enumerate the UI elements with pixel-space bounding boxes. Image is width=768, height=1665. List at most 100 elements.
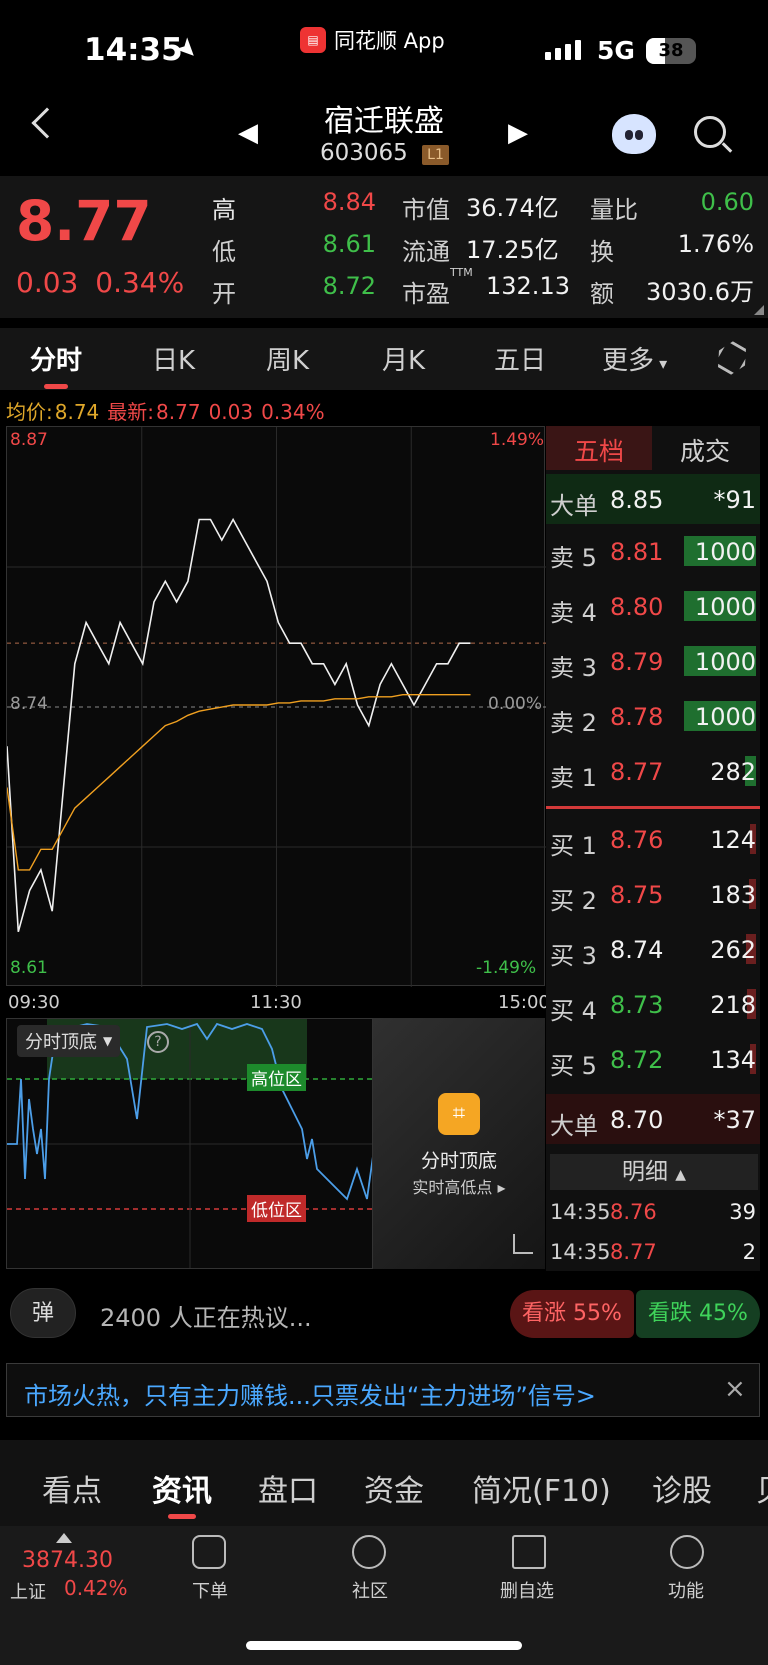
level-volume: 134: [710, 1046, 756, 1074]
promo-banner-text[interactable]: 市场火热，只有主力赚钱...只票发出“主力进场”信号>: [24, 1376, 596, 1411]
help-icon[interactable]: ?: [147, 1031, 169, 1053]
sell-level-row[interactable]: 卖 5 8.81 1000: [550, 530, 758, 574]
nav-functions[interactable]: 功能: [668, 1577, 704, 1603]
indicator-promo-card[interactable]: ⌗ 分时顶底 实时高低点 ▸: [373, 1018, 545, 1269]
detail-label: 明细: [621, 1159, 668, 1185]
level-label: 买 3: [550, 942, 597, 970]
level-label: 买 4: [550, 997, 597, 1025]
danmu-toggle-button[interactable]: 弹: [10, 1288, 76, 1338]
stock-code: 603065: [320, 140, 408, 166]
nav-remove-watchlist[interactable]: 删自选: [500, 1577, 554, 1603]
level-price: 8.81: [610, 538, 664, 566]
buy-level-row[interactable]: 买 2 8.75 183: [550, 873, 758, 917]
tab-daily-k[interactable]: 日K: [152, 340, 195, 377]
bullish-vote-button[interactable]: 看涨 55%: [510, 1290, 634, 1338]
level-label: 买 5: [550, 1052, 597, 1080]
tab-more-label: 更多: [602, 346, 655, 376]
sell-level-row[interactable]: 卖 4 8.80 1000: [550, 585, 758, 629]
sell-level-row[interactable]: 卖 1 8.77 282: [550, 750, 758, 794]
big-sell-price: 8.85: [610, 486, 664, 514]
sell-level-row[interactable]: 卖 2 8.78 1000: [550, 695, 758, 739]
bearish-vote-button[interactable]: 看跌 45%: [636, 1290, 760, 1338]
last-percent: 0.34%: [261, 400, 325, 424]
index-value[interactable]: 3874.30: [22, 1548, 113, 1573]
buy-level-row[interactable]: 买 4 8.73 218: [550, 983, 758, 1027]
high-zone-label: 高位区: [247, 1064, 306, 1091]
last-change: 0.03: [208, 400, 254, 424]
promo-subtitle: 实时高低点 ▸: [412, 1178, 506, 1197]
level-label: 卖 4: [550, 599, 597, 627]
buy-level-row[interactable]: 买 1 8.76 124: [550, 818, 758, 862]
tab-trades[interactable]: 成交: [680, 432, 730, 468]
order-icon[interactable]: [192, 1535, 226, 1569]
back-icon[interactable]: [31, 107, 63, 139]
tab-capital[interactable]: 资金: [364, 1466, 424, 1510]
buy-level-row[interactable]: 买 5 8.72 134: [550, 1038, 758, 1082]
tab-intraday[interactable]: 分时: [30, 340, 82, 377]
search-icon[interactable]: [694, 116, 726, 148]
close-icon[interactable]: ×: [724, 1374, 746, 1404]
nav-community[interactable]: 社区: [352, 1577, 388, 1603]
back-to-app-badge[interactable]: ▤ 同花顺 App: [300, 25, 445, 55]
indicator-chart[interactable]: 分时顶底 ▼ ? 高位区 低位区: [6, 1018, 373, 1269]
network-type: 5G: [597, 36, 635, 65]
tab-news[interactable]: 资讯: [152, 1466, 212, 1510]
index-name: 上证: [10, 1582, 46, 1603]
level-volume: 262: [710, 936, 756, 964]
quote-label: 高: [212, 196, 236, 224]
promo-title: 分时顶底: [420, 1150, 497, 1172]
big-sell-volume: *91: [713, 486, 756, 514]
big-order-label: 大单: [550, 492, 598, 520]
level-volume: 218: [710, 991, 756, 1019]
tab-monthly-k[interactable]: 月K: [382, 340, 425, 377]
tab-five-day[interactable]: 五日: [494, 340, 546, 377]
expand-icon[interactable]: [513, 1234, 533, 1254]
pct-mid-label: 0.00%: [488, 694, 543, 714]
nav-order[interactable]: 下单: [192, 1577, 228, 1603]
battery-icon: 38: [646, 38, 696, 64]
indicator-title: 分时顶底: [25, 1032, 97, 1053]
tab-highlights[interactable]: 看点: [42, 1466, 102, 1510]
menu-icon[interactable]: [670, 1535, 704, 1569]
level-price: 8.73: [610, 991, 664, 1019]
book-divider: [546, 806, 760, 809]
tab-market-depth[interactable]: 盘口: [258, 1466, 318, 1510]
big-buy-row[interactable]: 大单 8.70 *37: [550, 1098, 758, 1142]
tab-weekly-k[interactable]: 周K: [266, 340, 309, 377]
quote-value-low: 8.61: [322, 230, 376, 258]
tab-profile-f10[interactable]: 简况(F10): [472, 1466, 611, 1510]
avg-label: 均价:: [6, 400, 53, 424]
tab-more[interactable]: 更多 ▾: [602, 340, 667, 377]
prev-stock-icon[interactable]: ◀: [238, 118, 258, 148]
intraday-chart[interactable]: [6, 426, 546, 987]
active-tab-indicator: [44, 384, 68, 389]
buy-level-row[interactable]: 买 3 8.74 262: [550, 928, 758, 972]
detail-toggle[interactable]: 明细 ▲: [550, 1154, 758, 1190]
quote-label: 低: [212, 238, 236, 266]
sell-level-row[interactable]: 卖 3 8.79 1000: [550, 640, 758, 684]
y-top-label: 8.87: [10, 430, 48, 450]
community-icon[interactable]: [352, 1535, 386, 1569]
indicator-selector[interactable]: 分时顶底 ▼: [17, 1025, 121, 1057]
level-volume: 1000: [694, 703, 756, 731]
promo-subtitle-text: 实时高低点: [412, 1178, 493, 1197]
chevron-down-icon: ▼: [103, 1034, 113, 1048]
quote-value-turnover: 1.76%: [677, 230, 754, 258]
tab-five-levels[interactable]: 五档: [574, 432, 624, 468]
next-stock-icon[interactable]: ▶: [508, 118, 528, 148]
tab-finance[interactable]: 贝: [756, 1466, 768, 1510]
assistant-robot-icon[interactable]: [612, 114, 656, 154]
big-sell-row[interactable]: 大单 8.85 *91: [550, 478, 758, 522]
expand-quote-icon[interactable]: [754, 305, 764, 315]
signal-icon: [545, 40, 581, 60]
quote-label: 量比: [590, 196, 638, 224]
status-time: 14:35: [84, 32, 183, 68]
index-up-icon: [56, 1533, 72, 1543]
tick-time: 14:35: [550, 1240, 611, 1264]
home-indicator: [246, 1641, 522, 1650]
chevron-up-icon: ▲: [675, 1167, 687, 1183]
remove-watchlist-icon[interactable]: [512, 1535, 546, 1569]
tab-diagnosis[interactable]: 诊股: [652, 1466, 712, 1510]
discussion-count[interactable]: 2400 人正在热议...: [100, 1298, 312, 1333]
level-badge: L1: [422, 145, 449, 165]
